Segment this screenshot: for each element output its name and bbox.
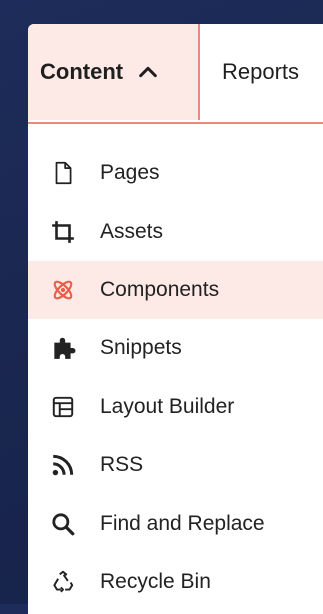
layout-icon (50, 394, 76, 420)
menu-item-label: Find and Replace (100, 511, 265, 535)
menu-item-label: Pages (100, 161, 160, 185)
menu-item-label: RSS (100, 453, 144, 477)
menu-item-layout-builder[interactable]: Layout Builder (28, 378, 323, 436)
menu-item-label: Layout Builder (100, 394, 235, 418)
menu-item-pages[interactable]: Pages (28, 144, 323, 202)
content-menu: Pages Assets Components Snippets Layout … (28, 144, 323, 611)
crop-icon (50, 219, 76, 245)
menu-item-label: Assets (100, 219, 164, 243)
recycle-icon (50, 569, 76, 595)
menu-item-snippets[interactable]: Snippets (28, 319, 323, 377)
tab-bar: Content Reports (28, 24, 323, 124)
page-icon (50, 160, 76, 186)
atom-icon (50, 277, 76, 303)
search-icon (50, 511, 76, 537)
menu-item-find-and-replace[interactable]: Find and Replace (28, 494, 323, 552)
tab-reports-label: Reports (222, 59, 300, 84)
menu-item-label: Components (100, 277, 220, 301)
menu-item-components[interactable]: Components (28, 260, 323, 320)
tab-reports[interactable]: Reports (200, 24, 299, 120)
rss-icon (50, 452, 76, 478)
chevron-up-icon (137, 61, 159, 83)
menu-item-label: Snippets (100, 336, 182, 360)
menu-item-label: Recycle Bin (100, 569, 211, 593)
menu-item-assets[interactable]: Assets (28, 202, 323, 260)
puzzle-icon (50, 335, 76, 361)
tab-content-label: Content (40, 59, 124, 84)
menu-item-rss[interactable]: RSS (28, 436, 323, 494)
tab-content[interactable]: Content (28, 24, 200, 120)
menu-item-recycle-bin[interactable]: Recycle Bin (28, 553, 323, 611)
navigation-panel: Content Reports Pages Assets Components … (28, 24, 323, 614)
